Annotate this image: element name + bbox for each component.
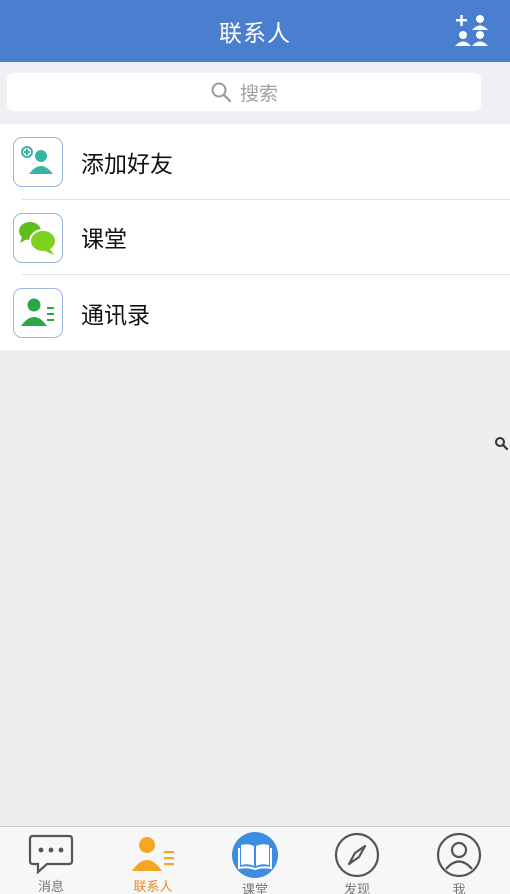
tab-label: 消息 [37,880,64,894]
tab-label: 联系人 [133,880,173,894]
tab-label: 发现 [343,883,370,894]
chat-bubbles-icon [13,212,63,263]
user-profile-icon [436,832,482,878]
tab-bar: 消息 联系人 课堂 发现 我 [0,826,510,894]
contacts-person-icon [129,832,177,875]
list-item-classroom[interactable]: 课堂 [0,200,510,275]
tab-me[interactable]: 我 [408,827,510,894]
search-area: 搜索 [0,62,510,124]
contact-book-icon [13,288,63,338]
compass-icon [334,832,380,878]
list-item-label: 通讯录 [81,302,150,329]
navbar: 联系人 [0,0,510,62]
search-icon [211,82,232,103]
tab-discover[interactable]: 发现 [306,827,408,894]
page-title: 联系人 [219,21,291,47]
list-item-label: 课堂 [81,227,127,254]
list-item-label: 添加好友 [81,151,173,178]
add-contact-icon [455,15,488,46]
tab-label: 我 [452,883,466,894]
tab-label: 课堂 [241,883,268,894]
add-contact-button[interactable] [454,13,490,49]
index-search-icon[interactable] [494,436,509,452]
message-bubble-icon [27,832,75,875]
open-book-icon [231,832,279,878]
list-item-add-friend[interactable]: 添加好友 [0,124,510,200]
search-placeholder: 搜索 [239,82,278,105]
tab-messages[interactable]: 消息 [0,827,102,894]
add-friend-icon [13,137,63,187]
search-input[interactable]: 搜索 [7,73,481,111]
tab-classroom[interactable]: 课堂 [204,827,306,894]
list-item-contacts[interactable]: 通讯录 [0,275,510,351]
contact-entries-list: 添加好友 课堂 通讯录 [0,124,510,350]
tab-contacts[interactable]: 联系人 [102,827,204,894]
